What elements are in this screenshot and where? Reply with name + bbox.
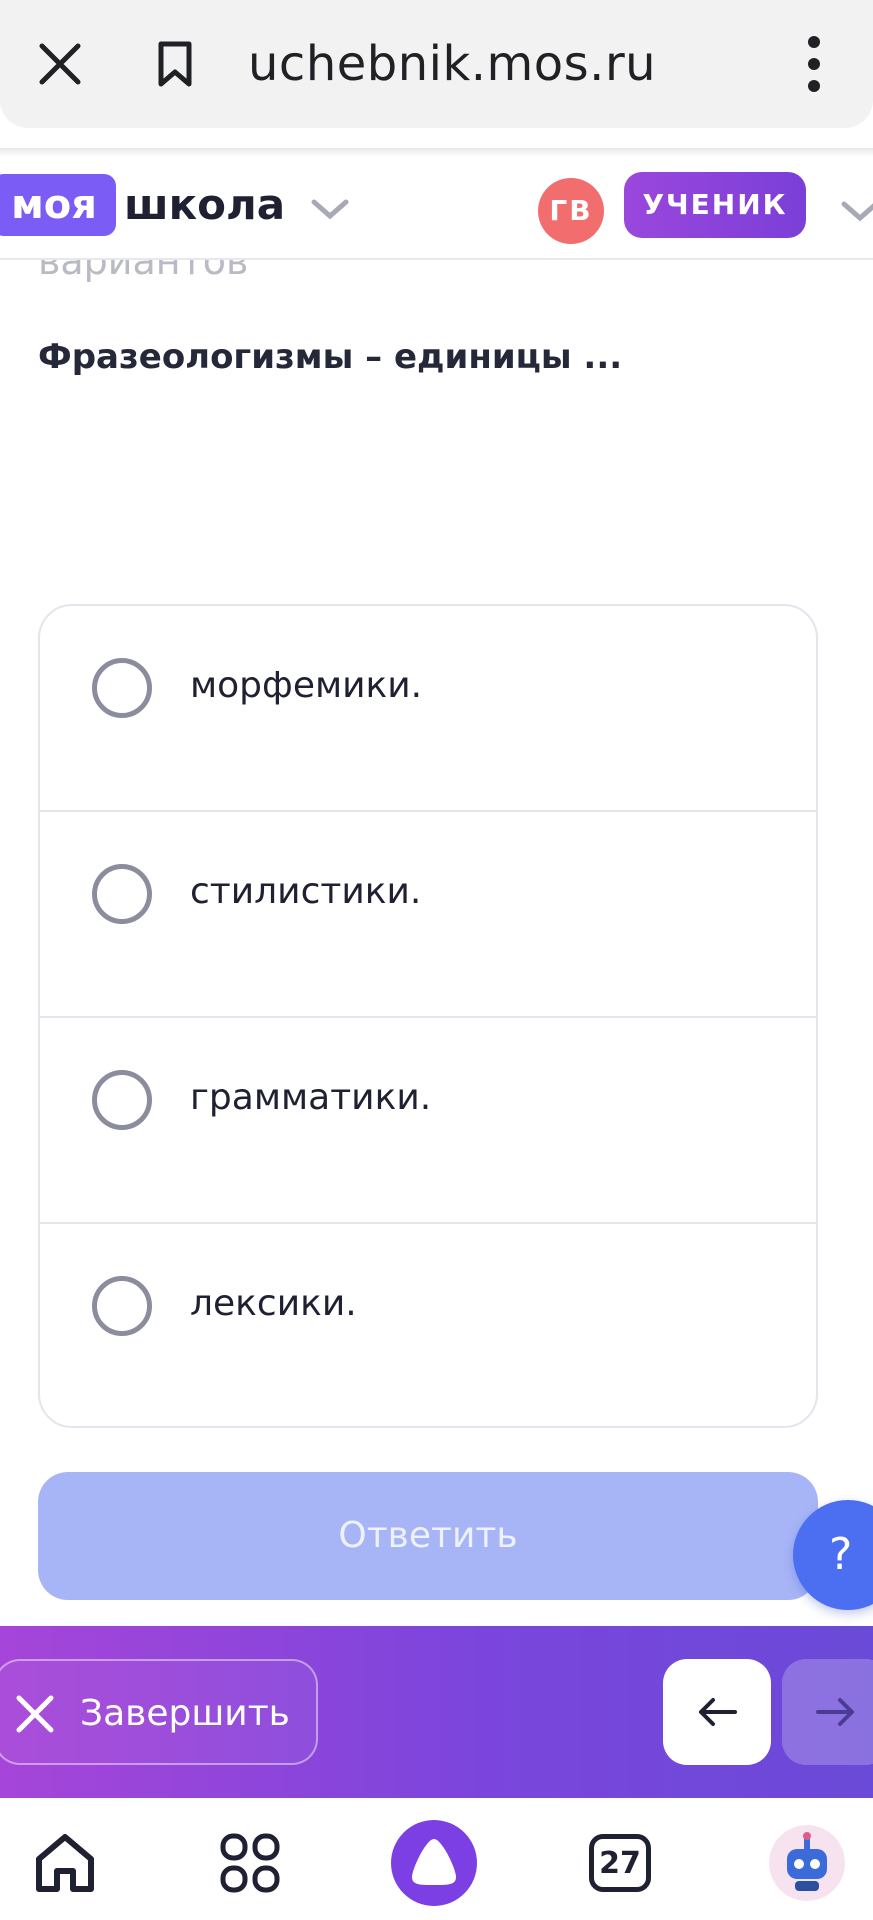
next-button[interactable] — [782, 1659, 873, 1765]
option-label: лексики. — [190, 1283, 357, 1324]
address-bar[interactable]: uchebnik.mos.ru — [0, 0, 873, 128]
avatar[interactable]: ГВ — [538, 178, 604, 244]
more-vertical-icon[interactable] — [782, 32, 846, 96]
question-text: Фразеологизмы – единицы ... — [38, 337, 623, 377]
tabs-count: 27 — [589, 1834, 651, 1892]
close-icon — [14, 1693, 56, 1735]
answer-button[interactable]: Ответить — [38, 1472, 818, 1600]
role-badge[interactable]: УЧЕНИК — [624, 172, 806, 238]
site-header: моя школа ГВ УЧЕНИК — [0, 156, 873, 260]
browser-toolbar: uchebnik.mos.ru — [0, 0, 873, 156]
radio-button[interactable] — [92, 658, 152, 718]
close-icon[interactable] — [28, 32, 92, 96]
chevron-down-icon[interactable] — [836, 194, 873, 228]
finish-label: Завершить — [80, 1693, 290, 1734]
option-label: стилистики. — [190, 871, 422, 912]
logo-shkola[interactable]: школа — [124, 174, 285, 236]
alice-icon[interactable] — [389, 1818, 479, 1908]
logo-moya[interactable]: моя — [0, 174, 116, 236]
apps-icon[interactable] — [205, 1818, 295, 1908]
chevron-down-icon[interactable] — [306, 192, 354, 226]
option-label: морфемики. — [190, 665, 423, 706]
home-icon[interactable] — [20, 1818, 110, 1908]
robot-avatar-icon[interactable] — [762, 1818, 852, 1908]
toolbar-shadow — [0, 148, 873, 156]
url-text[interactable]: uchebnik.mos.ru — [248, 34, 656, 94]
arrow-right-icon — [816, 1698, 854, 1726]
finish-button[interactable]: Завершить — [0, 1659, 318, 1765]
option-label: грамматики. — [190, 1077, 432, 1118]
bookmark-icon[interactable] — [143, 32, 207, 96]
option-item[interactable]: лексики. — [40, 1224, 816, 1426]
previous-button[interactable] — [663, 1659, 771, 1765]
tabs-icon[interactable]: 27 — [575, 1818, 665, 1908]
option-item[interactable]: грамматики. — [40, 1018, 816, 1224]
option-item[interactable]: стилистики. — [40, 812, 816, 1018]
radio-button[interactable] — [92, 1070, 152, 1130]
arrow-left-icon — [699, 1698, 737, 1726]
radio-button[interactable] — [92, 1276, 152, 1336]
test-action-bar: Завершить — [0, 1626, 873, 1798]
radio-button[interactable] — [92, 864, 152, 924]
option-item[interactable]: морфемики. — [40, 606, 816, 812]
answer-options: морфемики. стилистики. грамматики. лекси… — [38, 604, 818, 1428]
browser-bottom-nav: 27 — [0, 1798, 873, 1920]
